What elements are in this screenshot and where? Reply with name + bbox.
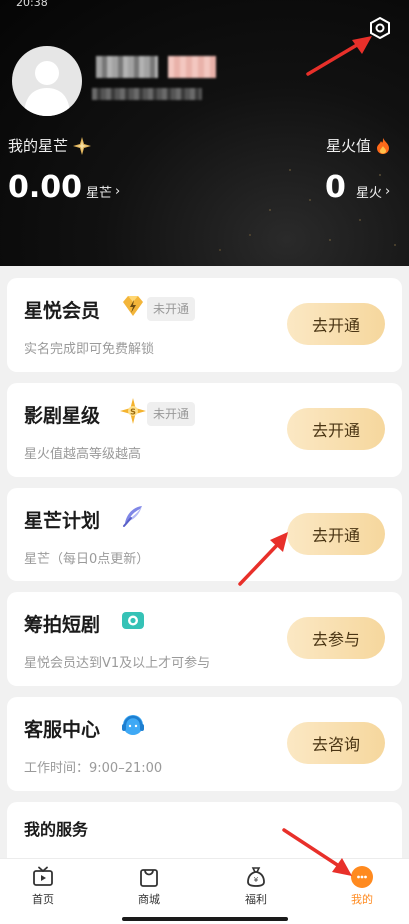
tab-welfare[interactable]: ¥ 福利 — [226, 865, 286, 907]
bag-icon — [140, 869, 158, 887]
diamond-icon — [119, 292, 147, 320]
card-description: 星悦会员达到V1及以上才可参与 — [24, 656, 211, 671]
xinghuo-label[interactable]: 星火值 — [326, 135, 391, 156]
bottom-tab-bar: 首页 商城 ¥ 福利 我的 — [0, 858, 409, 924]
card-yingju-level[interactable]: 影剧星级 S 未开通 星火值越高等级越高 去开通 — [7, 383, 402, 477]
card-description: 工作时间：9:00–21:00 — [24, 761, 163, 776]
card-description: 星火值越高等级越高 — [24, 447, 142, 462]
card-title: 星悦会员 — [24, 300, 101, 322]
camera-icon — [119, 606, 147, 634]
activate-button[interactable]: 去开通 — [287, 303, 385, 345]
status-badge: 未开通 — [147, 297, 196, 321]
xingmang-link[interactable]: 星芒 › — [86, 182, 120, 201]
sparkle-star-icon — [73, 136, 92, 155]
tab-mine[interactable]: 我的 — [332, 865, 392, 907]
xinghuo-link[interactable]: 星火 › — [356, 182, 390, 201]
card-xingmang-plan[interactable]: 星芒计划 星芒（每日0点更新） 去开通 — [7, 488, 402, 581]
feather-icon — [119, 502, 147, 530]
participate-button[interactable]: 去参与 — [287, 617, 385, 659]
home-indicator — [122, 917, 288, 921]
settings-hexagon-icon — [370, 16, 390, 40]
xinghuo-value: 0 — [325, 170, 346, 205]
xingmang-value: 0.00 — [8, 170, 83, 205]
status-badge: 未开通 — [147, 402, 196, 426]
profile-header: 20:38 我的星芒 0.00 星芒 › 星火值 0 星火 › — [0, 0, 409, 266]
vip-tag-blurred — [168, 56, 216, 78]
headset-icon — [119, 711, 147, 739]
tv-icon — [33, 866, 53, 886]
money-bag-icon: ¥ — [247, 867, 265, 887]
card-description: 星芒（每日0点更新） — [24, 552, 150, 567]
activate-button[interactable]: 去开通 — [287, 408, 385, 450]
card-customer-service[interactable]: 客服中心 工作时间：9:00–21:00 去咨询 — [7, 697, 402, 791]
settings-button[interactable] — [366, 14, 394, 42]
user-id-blurred — [92, 88, 202, 100]
avatar[interactable] — [12, 46, 82, 116]
card-title: 影剧星级 — [24, 405, 101, 427]
card-title: 筹拍短剧 — [24, 614, 101, 636]
section-title: 我的服务 — [24, 820, 89, 839]
tab-home[interactable]: 首页 — [13, 865, 73, 907]
card-title: 客服中心 — [24, 719, 101, 741]
default-avatar-icon — [24, 61, 70, 116]
sparkle-background — [0, 0, 409, 266]
profile-icon — [351, 866, 373, 888]
card-crowdfund-drama[interactable]: 筹拍短剧 星悦会员达到V1及以上才可参与 去参与 — [7, 592, 402, 686]
chevron-right-icon: › — [385, 184, 391, 199]
tab-shop[interactable]: 商城 — [119, 865, 179, 907]
card-xingyue-member[interactable]: 星悦会员 未开通 实名完成即可免费解锁 去开通 — [7, 278, 402, 372]
my-xingmang-label[interactable]: 我的星芒 — [8, 135, 92, 156]
consult-button[interactable]: 去咨询 — [287, 722, 385, 764]
chevron-right-icon: › — [115, 184, 121, 199]
flame-icon — [377, 137, 390, 154]
star-icon: S — [119, 397, 147, 425]
card-title: 星芒计划 — [24, 510, 101, 532]
username-blurred — [96, 56, 158, 78]
card-description: 实名完成即可免费解锁 — [24, 342, 155, 357]
svg-text:S: S — [130, 408, 136, 417]
svg-text:¥: ¥ — [254, 876, 259, 884]
status-time: 20:38 — [16, 0, 48, 9]
activate-button[interactable]: 去开通 — [287, 513, 385, 555]
